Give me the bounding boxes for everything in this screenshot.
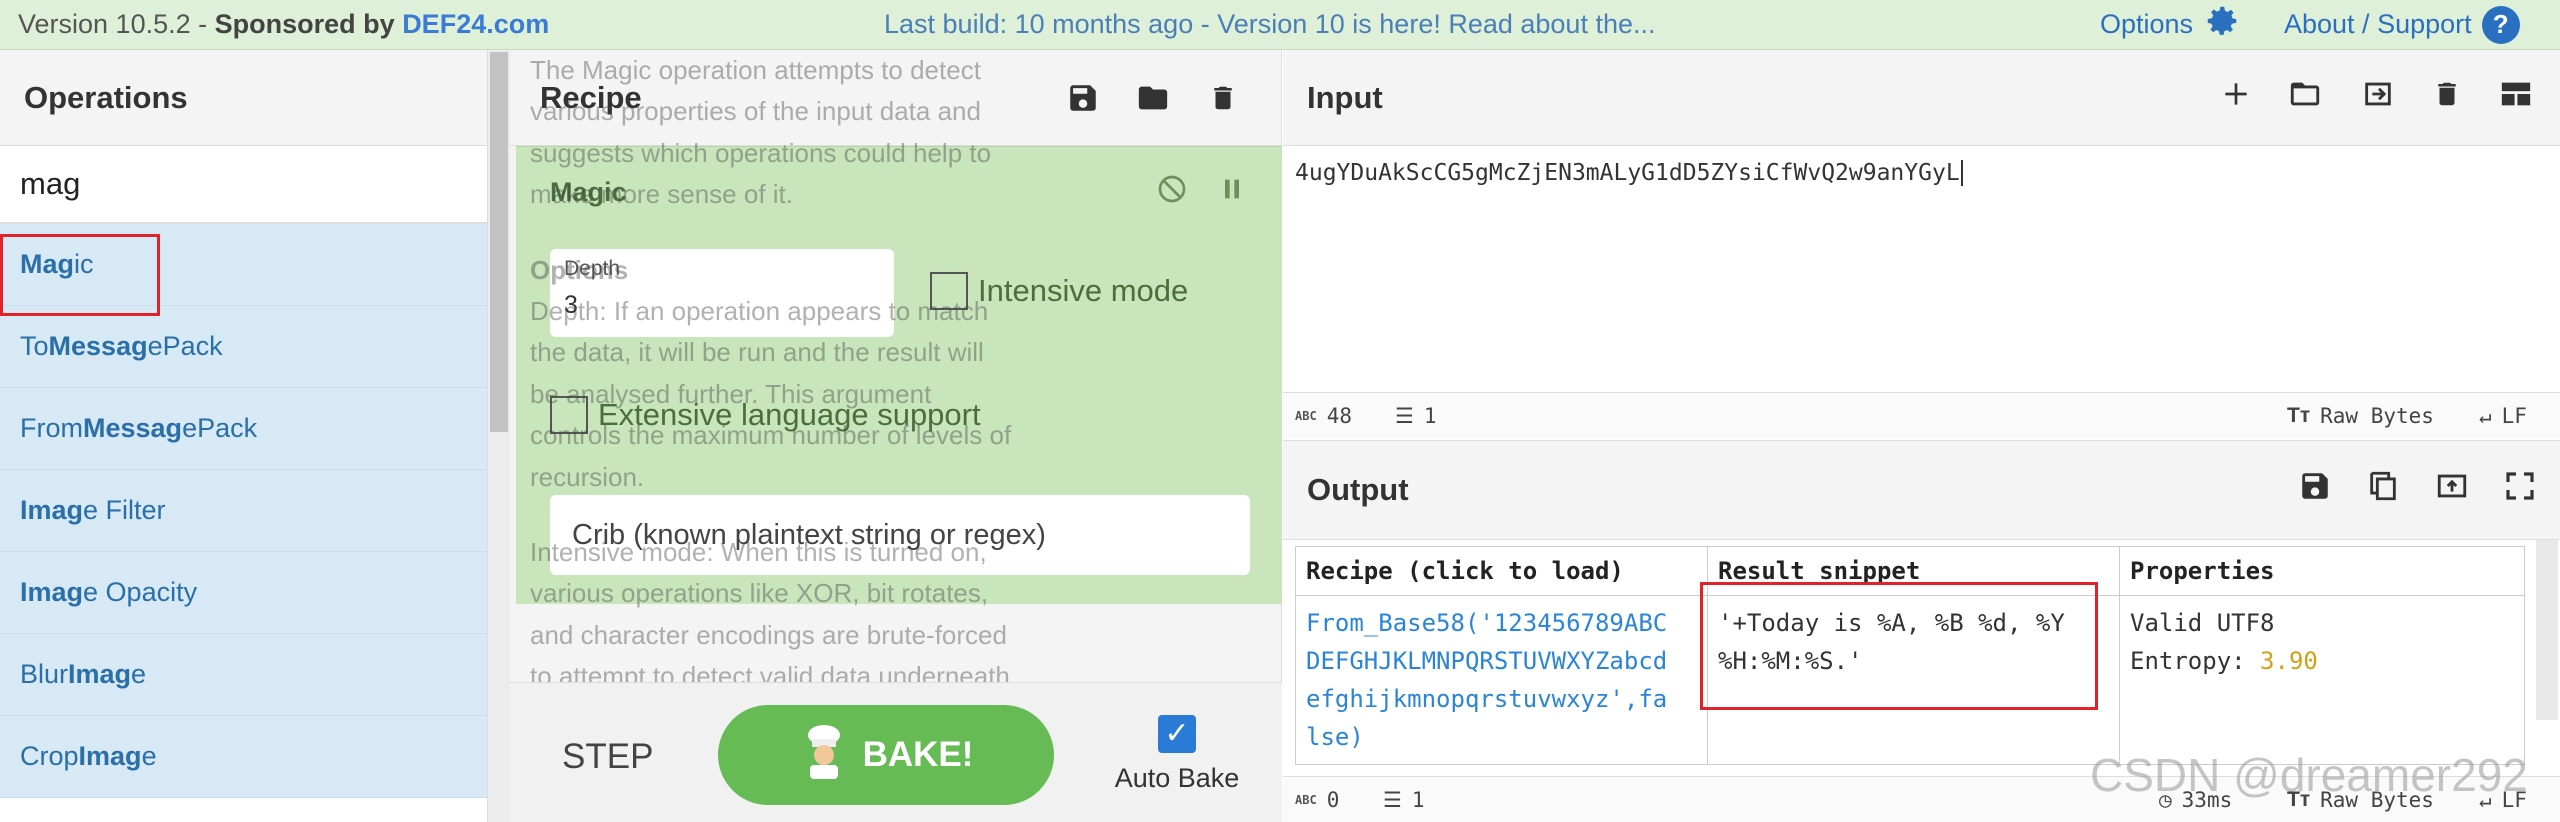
breakpoint-pause-icon[interactable]: [1218, 173, 1246, 210]
operations-title: Operations: [0, 50, 487, 146]
output-scrollbar[interactable]: [2536, 540, 2558, 720]
sponsor-link[interactable]: DEF24.com: [402, 9, 549, 39]
step-button[interactable]: STEP: [562, 737, 653, 777]
about-support-button[interactable]: About / Support ?: [2284, 5, 2520, 44]
input-lines: 1: [1423, 403, 1437, 428]
input-eol-button[interactable]: ↵ LF: [2479, 404, 2527, 428]
open-folder-icon[interactable]: [2286, 77, 2324, 119]
help-icon: ?: [2481, 5, 2520, 44]
layout-icon[interactable]: [2496, 77, 2536, 119]
operations-scrollbar[interactable]: [488, 50, 510, 822]
bake-controls: STEP BAKE! ✓ Auto Bake: [510, 682, 1282, 822]
recipe-title: Recipe: [540, 79, 642, 115]
replace-input-icon[interactable]: [2434, 469, 2470, 511]
open-file-icon[interactable]: [2358, 77, 2398, 119]
crib-input[interactable]: Crib (known plaintext string or regex): [550, 495, 1250, 575]
operation-name: Magic: [550, 177, 627, 207]
input-header: Input: [1283, 50, 2560, 146]
operation-item[interactable]: To Messag ePack: [0, 306, 487, 388]
bake-button[interactable]: BAKE!: [718, 705, 1054, 805]
properties-cell: Valid UTF8 Entropy: 3.90: [2119, 595, 2525, 765]
magic-operation-card[interactable]: Magic Depth 3 Intensive mode Extensive l…: [516, 146, 1282, 604]
recipe-link[interactable]: From_Base58('123456789ABC DEFGHJKLMNPQRS…: [1295, 595, 1708, 765]
operation-item[interactable]: Imag e Opacity: [0, 552, 487, 634]
load-recipe-folder-icon[interactable]: [1135, 80, 1171, 116]
lines-icon: ☰: [1395, 403, 1414, 428]
save-output-icon[interactable]: [2298, 469, 2332, 511]
intensive-mode-checkbox[interactable]: Intensive mode: [930, 272, 1188, 310]
input-status-bar: ABC 48 ☰ 1 Tт Raw Bytes ↵ LF: [1283, 392, 2560, 438]
chef-icon: [799, 723, 849, 788]
highlight-magic-operation: [0, 234, 160, 316]
gear-icon: [2203, 2, 2241, 47]
build-notice-link[interactable]: Last build: 10 months ago - Version 10 i…: [884, 9, 1656, 40]
watermark: CSDN @dreamer292: [2090, 749, 2528, 801]
copy-output-icon[interactable]: [2366, 468, 2400, 512]
operation-item[interactable]: Imag e Filter: [0, 470, 487, 552]
input-encoding-button[interactable]: Tт Raw Bytes: [2287, 404, 2434, 428]
depth-field[interactable]: Depth 3: [550, 249, 894, 337]
operation-item[interactable]: Crop Imag e: [0, 716, 487, 798]
options-button[interactable]: Options: [2100, 2, 2241, 47]
disable-operation-icon[interactable]: [1156, 173, 1188, 210]
version-label: Version 10.5.2 - Sponsored by DEF24.com: [18, 9, 550, 39]
output-title: Output: [1307, 472, 1409, 507]
operations-panel: Operations mag Mag ic To Messag ePack From M…: [0, 50, 488, 822]
output-header: Output: [1283, 440, 2560, 540]
save-recipe-icon[interactable]: [1065, 80, 1101, 116]
clear-input-trash-icon[interactable]: [2432, 77, 2462, 119]
operation-item[interactable]: Blur Imag e: [0, 634, 487, 716]
input-length: 48: [1326, 403, 1352, 428]
operations-search-input[interactable]: mag: [0, 146, 487, 224]
add-tab-icon[interactable]: [2220, 78, 2252, 118]
auto-bake-checkbox[interactable]: ✓ Auto Bake: [1102, 715, 1252, 794]
recipe-header: Recipe: [510, 50, 1281, 146]
col-properties: Properties: [2119, 546, 2525, 596]
entropy-value: 3.90: [2260, 647, 2318, 675]
maximise-output-icon[interactable]: [2504, 470, 2536, 510]
top-banner: Version 10.5.2 - Sponsored by DEF24.com …: [0, 0, 2560, 50]
clear-recipe-trash-icon[interactable]: [1205, 80, 1241, 116]
extensive-language-checkbox[interactable]: Extensive language support: [550, 396, 981, 434]
highlight-result-snippet: [1700, 582, 2098, 710]
input-title: Input: [1307, 79, 1383, 115]
input-textarea[interactable]: 4ugYDuAkScCG5gMcZjEN3mALyG1dD5ZYsiCfWvQ2…: [1295, 160, 1963, 186]
col-recipe: Recipe (click to load): [1295, 546, 1708, 596]
operation-item[interactable]: From Messag ePack: [0, 388, 487, 470]
